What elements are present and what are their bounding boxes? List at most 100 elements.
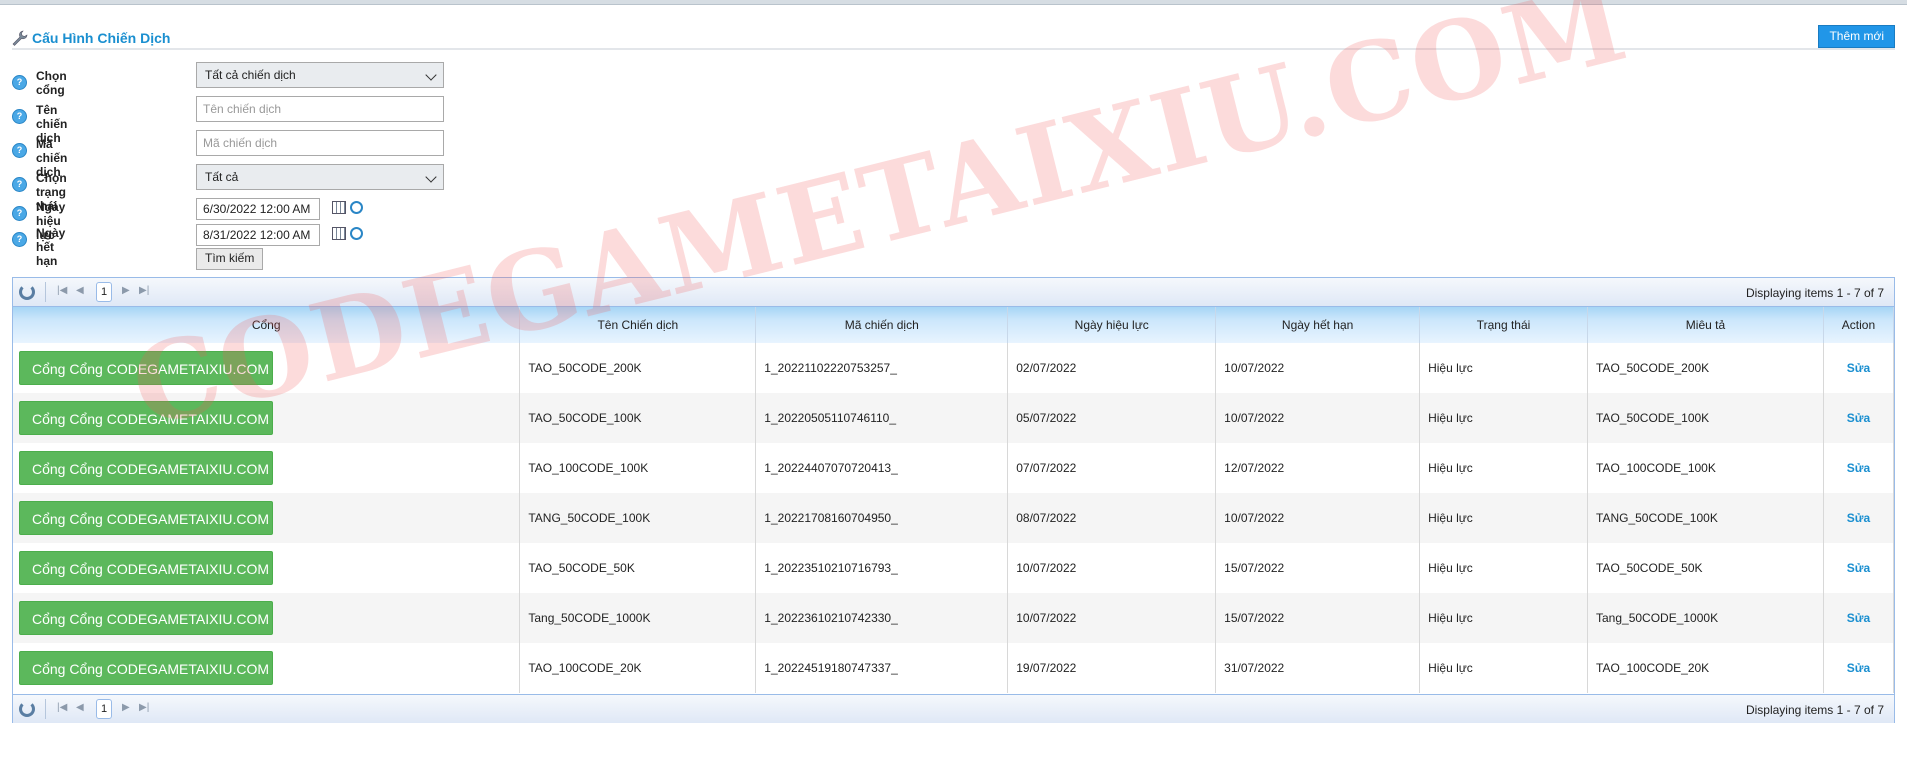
next-page-icon[interactable]: ▶	[122, 702, 130, 713]
cell-start: 19/07/2022	[1007, 643, 1217, 693]
cell-name: TAO_50CODE_50K	[519, 543, 757, 593]
clock-icon[interactable]	[350, 201, 363, 214]
calendar-icon[interactable]	[332, 201, 346, 214]
cell-end: 12/07/2022	[1215, 443, 1421, 493]
status-select[interactable]: Tất cả	[196, 164, 444, 190]
cell-desc: TAO_50CODE_200K	[1587, 343, 1824, 393]
gate-button[interactable]: Cổng Cổng CODEGAMETAIXIU.COM	[19, 551, 273, 585]
cell-status: Hiệu lực	[1419, 343, 1588, 393]
cell-start: 02/07/2022	[1007, 343, 1217, 393]
help-icon: ?	[12, 177, 27, 192]
help-icon: ?	[12, 109, 27, 124]
table-row: Cổng Cổng CODEGAMETAIXIU.COM TAO_100CODE…	[13, 643, 1895, 693]
gate-button[interactable]: Cổng Cổng CODEGAMETAIXIU.COM	[19, 601, 273, 635]
table-row: Cổng Cổng CODEGAMETAIXIU.COM Tang_50CODE…	[13, 593, 1895, 643]
gate-button[interactable]: Cổng Cổng CODEGAMETAIXIU.COM	[19, 401, 273, 435]
cell-end: 31/07/2022	[1215, 643, 1421, 693]
chevron-down-icon	[425, 69, 437, 81]
cell-desc: TAO_50CODE_50K	[1587, 543, 1824, 593]
gate-button[interactable]: Cổng Cổng CODEGAMETAIXIU.COM	[19, 501, 273, 535]
table-row: Cổng Cổng CODEGAMETAIXIU.COM TAO_50CODE_…	[13, 393, 1895, 443]
calendar-icon[interactable]	[332, 227, 346, 240]
help-icon: ?	[12, 232, 27, 247]
column-header[interactable]: Tên Chiến dịch	[519, 307, 757, 343]
campaign-grid: |◀ ◀ 1 ▶ ▶| Displaying items 1 - 7 of 7 …	[12, 277, 1895, 723]
add-new-button[interactable]: Thêm mới	[1818, 25, 1895, 48]
end-date-input[interactable]: 8/31/2022 12:00 AM	[196, 224, 320, 246]
edit-link[interactable]: Sửa	[1847, 611, 1870, 625]
edit-link[interactable]: Sửa	[1847, 661, 1870, 675]
last-page-icon[interactable]: ▶|	[139, 702, 149, 713]
cell-name: TAO_100CODE_20K	[519, 643, 757, 693]
cell-desc: TAO_50CODE_100K	[1587, 393, 1824, 443]
gate-button[interactable]: Cổng Cổng CODEGAMETAIXIU.COM	[19, 351, 273, 385]
column-header[interactable]: Miêu tả	[1587, 307, 1824, 343]
gate-button[interactable]: Cổng Cổng CODEGAMETAIXIU.COM	[19, 451, 273, 485]
cell-desc: TAO_100CODE_20K	[1587, 643, 1824, 693]
column-header[interactable]: Trạng thái	[1419, 307, 1588, 343]
top-border	[0, 0, 1907, 5]
cell-end: 10/07/2022	[1215, 493, 1421, 543]
help-icon: ?	[12, 143, 27, 158]
column-header[interactable]: Cổng	[13, 307, 521, 343]
start-date-input[interactable]: 6/30/2022 12:00 AM	[196, 198, 320, 220]
page-header: Cấu Hình Chiến Dịch Thêm mới	[12, 22, 1895, 50]
end-date-label: Ngày hết hạn	[36, 226, 66, 268]
cell-status: Hiệu lực	[1419, 393, 1588, 443]
edit-link[interactable]: Sửa	[1847, 361, 1870, 375]
cell-desc: TANG_50CODE_100K	[1587, 493, 1824, 543]
pager-separator	[45, 699, 46, 719]
column-header[interactable]: Mã chiến dịch	[755, 307, 1009, 343]
cell-start: 08/07/2022	[1007, 493, 1217, 543]
cell-start: 10/07/2022	[1007, 543, 1217, 593]
cell-name: TANG_50CODE_100K	[519, 493, 757, 543]
prev-page-icon[interactable]: ◀	[76, 702, 84, 713]
cell-start: 05/07/2022	[1007, 393, 1217, 443]
first-page-icon[interactable]: |◀	[57, 702, 67, 713]
cell-name: TAO_100CODE_100K	[519, 443, 757, 493]
edit-link[interactable]: Sửa	[1847, 561, 1870, 575]
cell-code: 1_20223510210716793_	[755, 543, 1009, 593]
cell-code: 1_20224407070720413_	[755, 443, 1009, 493]
pager-display-text: Displaying items 1 - 7 of 7	[1745, 703, 1884, 717]
help-icon: ?	[12, 206, 27, 221]
edit-link[interactable]: Sửa	[1847, 411, 1870, 425]
status-select-value: Tất cả	[205, 170, 239, 184]
clock-icon[interactable]	[350, 227, 363, 240]
cell-code: 1_20224519180747337_	[755, 643, 1009, 693]
cell-desc: TAO_100CODE_100K	[1587, 443, 1824, 493]
cell-status: Hiệu lực	[1419, 443, 1588, 493]
gate-button[interactable]: Cổng Cổng CODEGAMETAIXIU.COM	[19, 651, 273, 685]
cell-status: Hiệu lực	[1419, 643, 1588, 693]
cell-name: TAO_50CODE_200K	[519, 343, 757, 393]
refresh-icon[interactable]	[19, 701, 35, 717]
column-header[interactable]: Action	[1823, 307, 1895, 343]
pager-separator	[45, 282, 46, 302]
page-title: Cấu Hình Chiến Dịch	[32, 30, 171, 46]
last-page-icon[interactable]: ▶|	[139, 285, 149, 296]
edit-link[interactable]: Sửa	[1847, 461, 1870, 475]
campaign-name-input[interactable]	[196, 96, 444, 122]
cell-end: 15/07/2022	[1215, 543, 1421, 593]
column-header[interactable]: Ngày hiệu lực	[1007, 307, 1217, 343]
cell-status: Hiệu lực	[1419, 593, 1588, 643]
gate-select[interactable]: Tất cả chiến dịch	[196, 62, 444, 88]
edit-link[interactable]: Sửa	[1847, 511, 1870, 525]
cell-desc: Tang_50CODE_1000K	[1587, 593, 1824, 643]
cell-end: 10/07/2022	[1215, 343, 1421, 393]
table-row: Cổng Cổng CODEGAMETAIXIU.COM TAO_100CODE…	[13, 443, 1895, 493]
cell-end: 15/07/2022	[1215, 593, 1421, 643]
search-button[interactable]: Tìm kiếm	[196, 248, 264, 270]
refresh-icon[interactable]	[19, 284, 35, 300]
campaign-code-input[interactable]	[196, 130, 444, 156]
cell-name: TAO_50CODE_100K	[519, 393, 757, 443]
page-number-input[interactable]: 1	[96, 282, 112, 302]
first-page-icon[interactable]: |◀	[57, 285, 67, 296]
cell-code: 1_20220505110746110_	[755, 393, 1009, 443]
help-icon: ?	[12, 75, 27, 90]
prev-page-icon[interactable]: ◀	[76, 285, 84, 296]
next-page-icon[interactable]: ▶	[122, 285, 130, 296]
pager-display-text: Displaying items 1 - 7 of 7	[1745, 286, 1884, 300]
page-number-input[interactable]: 1	[96, 699, 112, 719]
column-header[interactable]: Ngày hết hạn	[1215, 307, 1421, 343]
